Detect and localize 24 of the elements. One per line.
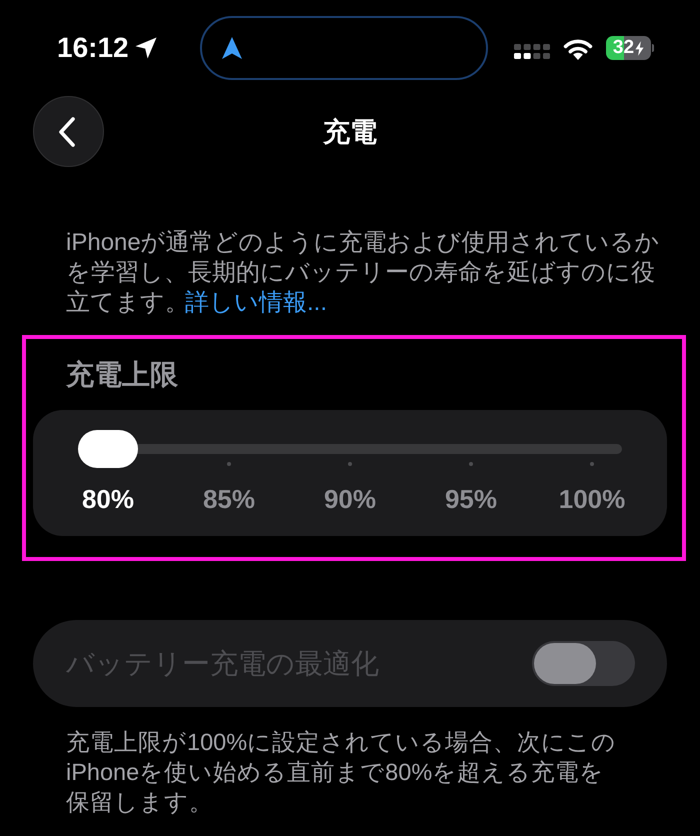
section-title: 充電上限 <box>66 359 178 391</box>
battery-level-text: 32 <box>612 38 634 58</box>
tick-dot-icon <box>469 462 473 466</box>
wifi-icon <box>562 36 594 60</box>
description-text: iPhoneが通常どのように充電および使用されているか を学習し、長期的にバッテリーの寿命を延ばすのに役 立てます。詳しい情報... <box>66 228 660 318</box>
tick-dot-icon <box>590 462 594 466</box>
slider-value-label: 95% <box>444 484 498 514</box>
slider-value-label: 100% <box>558 484 626 514</box>
learn-more-link[interactable]: 詳しい情報... <box>185 289 328 316</box>
cellular-signal-icon <box>514 44 550 58</box>
slider-thumb[interactable] <box>78 430 138 468</box>
page-title: 充電 <box>323 116 377 148</box>
navigation-arrow-icon <box>222 37 242 59</box>
tick-dot-icon <box>348 462 352 466</box>
chevron-left-icon <box>58 116 76 148</box>
slider-value-label: 85% <box>202 484 256 514</box>
slider-value-label: 80% <box>82 484 134 514</box>
slider-value-label: 90% <box>324 484 376 514</box>
status-time: 16:12 <box>57 32 129 64</box>
bolt-icon <box>635 40 644 56</box>
footnote-text: 充電上限が100%に設定されている場合、次にこの iPhoneを使い始める直前まで80%を超える充電を 保留します。 <box>66 728 616 817</box>
tick-dot-icon <box>227 462 231 466</box>
slider-track[interactable] <box>78 430 622 468</box>
location-arrow-icon <box>134 37 157 59</box>
